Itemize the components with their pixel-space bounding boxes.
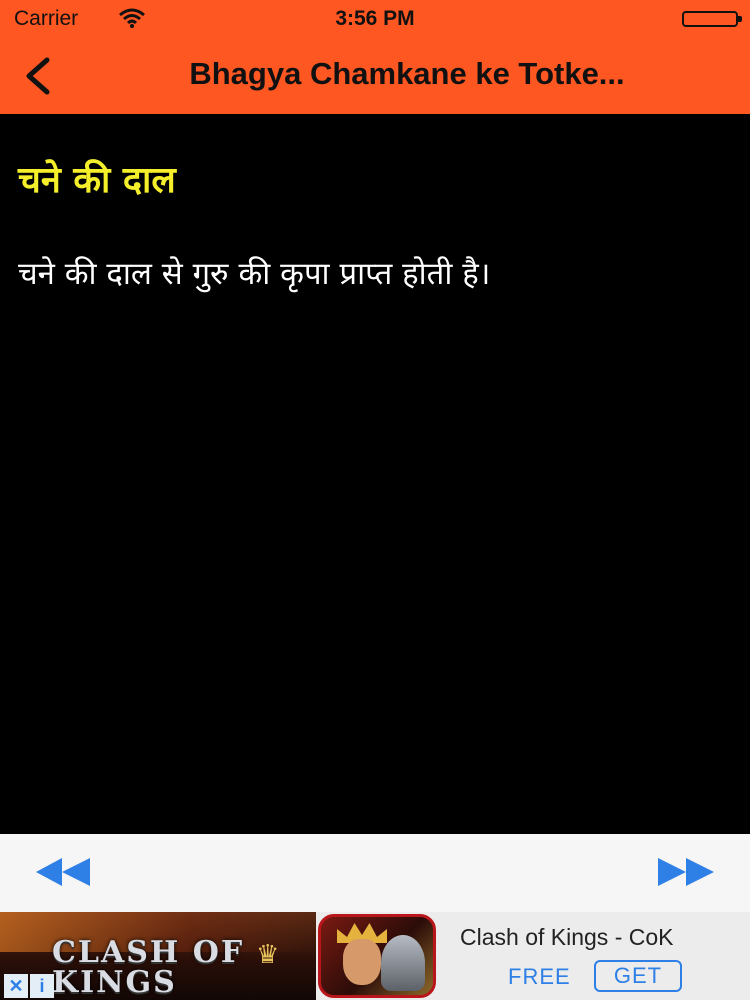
app-icon [318, 914, 436, 998]
crown-icon: ♛ [256, 940, 280, 970]
previous-button[interactable] [34, 854, 94, 894]
helmet-shape [381, 935, 425, 991]
page-title: Bhagya Chamkane ke Totke... [189, 56, 625, 91]
king-face [343, 939, 381, 985]
battery-icon [682, 11, 742, 27]
fast-forward-icon [658, 858, 714, 886]
navigation-bar: Bhagya Chamkane ke Totke... [0, 38, 750, 114]
ad-close-icon[interactable]: ✕ [4, 974, 28, 998]
content-area: चने की दाल चने की दाल से गुरु की कृपा प्… [0, 114, 750, 834]
ad-app-title: Clash of Kings - CoK [460, 924, 674, 950]
bottom-toolbar [0, 834, 750, 912]
ad-banner[interactable]: CLASH OF KINGS ♛ ✕ i Clash of Kings - Co… [0, 912, 750, 1000]
chevron-left-icon [26, 57, 50, 95]
clock: 3:56 PM [335, 7, 415, 30]
back-button[interactable] [12, 48, 62, 104]
ad-info-icon[interactable]: i [30, 974, 54, 998]
section-body: चने की दाल से गुरु की कृपा प्राप्त होती … [18, 256, 491, 292]
ad-badges: ✕ i [4, 974, 54, 998]
get-button[interactable]: GET [594, 960, 682, 992]
section-heading: चने की दाल [18, 160, 176, 201]
status-bar: Carrier 3:56 PM [0, 0, 750, 38]
ad-price: FREE [508, 964, 571, 989]
next-button[interactable] [656, 854, 716, 894]
rewind-icon [36, 858, 90, 886]
